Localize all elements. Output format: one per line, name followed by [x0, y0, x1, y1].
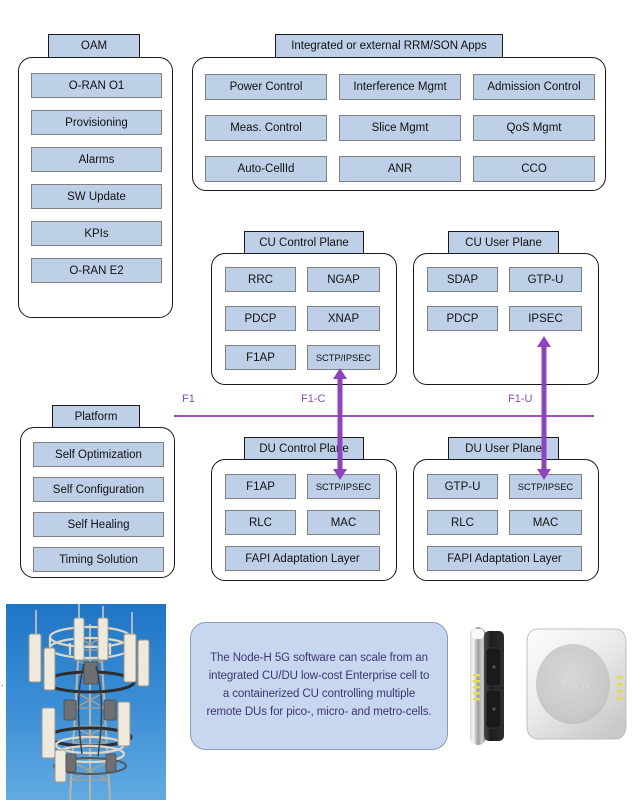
block-slice-mgmt[interactable]: Slice Mgmt [339, 115, 461, 141]
arrow-head-down [537, 469, 551, 480]
arrow-head-up [537, 336, 551, 347]
f1-label: F1 [182, 393, 195, 405]
group-oam: O-RAN O1 Provisioning Alarms SW Update K… [18, 57, 173, 318]
block-self-optimization[interactable]: Self Optimization [33, 442, 164, 467]
block-ngap[interactable]: NGAP [307, 267, 380, 292]
group-platform: Self Optimization Self Configuration Sel… [20, 427, 175, 578]
block-alarms[interactable]: Alarms [31, 147, 162, 172]
block-timing-solution[interactable]: Timing Solution [33, 547, 164, 572]
block-rrc[interactable]: RRC [225, 267, 296, 292]
stray-mark: . [1, 678, 4, 688]
block-oran-e2[interactable]: O-RAN E2 [31, 258, 162, 283]
block-kpis[interactable]: KPIs [31, 221, 162, 246]
arrow-shaft [541, 400, 547, 470]
block-oran-o1[interactable]: O-RAN O1 [31, 73, 162, 98]
block-meas-control[interactable]: Meas. Control [205, 115, 327, 141]
block-provisioning[interactable]: Provisioning [31, 110, 162, 135]
block-qos-mgmt[interactable]: QoS Mgmt [473, 115, 595, 141]
arrow-head-down [333, 469, 347, 480]
group-rrm-son: Power Control Interference Mgmt Admissio… [192, 57, 606, 191]
group-cu-user-plane: SDAP GTP-U PDCP IPSEC [413, 253, 599, 385]
block-mac[interactable]: MAC [509, 510, 582, 535]
cell-tower-illustration [6, 604, 166, 800]
block-f1ap[interactable]: F1AP [225, 345, 296, 370]
block-gtp-u[interactable]: GTP-U [509, 267, 582, 292]
arrow-shaft [337, 400, 343, 470]
cell-tower-photo [6, 604, 166, 800]
callout-box: The Node-H 5G software can scale from an… [190, 622, 448, 750]
block-self-healing[interactable]: Self Healing [33, 512, 164, 537]
group-du-control-plane: F1AP SCTP/IPSEC RLC MAC FAPI Adaptation … [211, 459, 397, 581]
block-gtp-u[interactable]: GTP-U [427, 474, 498, 499]
block-power-control[interactable]: Power Control [205, 74, 327, 100]
block-self-configuration[interactable]: Self Configuration [33, 477, 164, 502]
block-sctp-ipsec[interactable]: SCTP/IPSEC [307, 345, 380, 370]
device-brand-label: T&W [560, 677, 593, 693]
block-cco[interactable]: CCO [473, 156, 595, 182]
block-ipsec[interactable]: IPSEC [509, 306, 582, 331]
group-tab-platform[interactable]: Platform [52, 405, 140, 428]
block-f1ap[interactable]: F1AP [225, 474, 296, 499]
group-tab-rrm-son[interactable]: Integrated or external RRM/SON Apps [275, 34, 503, 58]
group-tab-oam[interactable]: OAM [48, 34, 140, 58]
arrow-head-up [333, 368, 347, 379]
block-sdap[interactable]: SDAP [427, 267, 498, 292]
block-sw-update[interactable]: SW Update [31, 184, 162, 209]
block-fapi-adaptation-layer[interactable]: FAPI Adaptation Layer [225, 546, 380, 571]
group-tab-cu-control-plane[interactable]: CU Control Plane [244, 231, 364, 254]
block-rlc[interactable]: RLC [427, 510, 498, 535]
block-mac[interactable]: MAC [307, 510, 380, 535]
block-auto-cellid[interactable]: Auto-CellId [205, 156, 327, 182]
block-rlc[interactable]: RLC [225, 510, 296, 535]
f1-interface-line [174, 415, 594, 417]
block-pdcp[interactable]: PDCP [225, 306, 296, 331]
block-interference-mgmt[interactable]: Interference Mgmt [339, 74, 461, 100]
block-xnap[interactable]: XNAP [307, 306, 380, 331]
device-side-illustration [470, 627, 504, 745]
group-tab-cu-user-plane[interactable]: CU User Plane [448, 231, 559, 254]
f1u-arrow-down-to-du [537, 400, 551, 480]
f1u-label: F1-U [508, 393, 533, 405]
block-anr[interactable]: ANR [339, 156, 461, 182]
f1c-label: F1-C [301, 393, 326, 405]
group-du-user-plane: GTP-U SCTP/IPSEC RLC MAC FAPI Adaptation… [413, 459, 599, 581]
block-fapi-adaptation-layer[interactable]: FAPI Adaptation Layer [427, 546, 582, 571]
group-cu-control-plane: RRC NGAP PDCP XNAP F1AP SCTP/IPSEC [211, 253, 397, 385]
f1c-arrow-down-to-du [333, 400, 347, 480]
small-cell-side-view [464, 618, 518, 754]
block-admission-control[interactable]: Admission Control [473, 74, 595, 100]
block-pdcp[interactable]: PDCP [427, 306, 498, 331]
small-cell-top-view: T&W [524, 626, 629, 742]
